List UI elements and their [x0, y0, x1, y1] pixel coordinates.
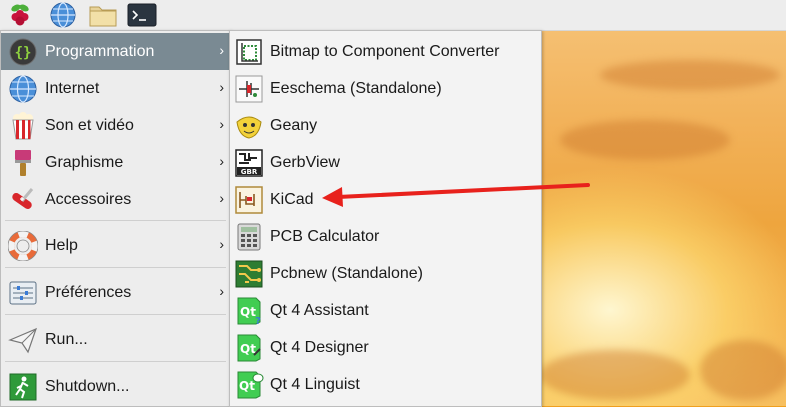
annotation-arrow — [322, 183, 590, 207]
